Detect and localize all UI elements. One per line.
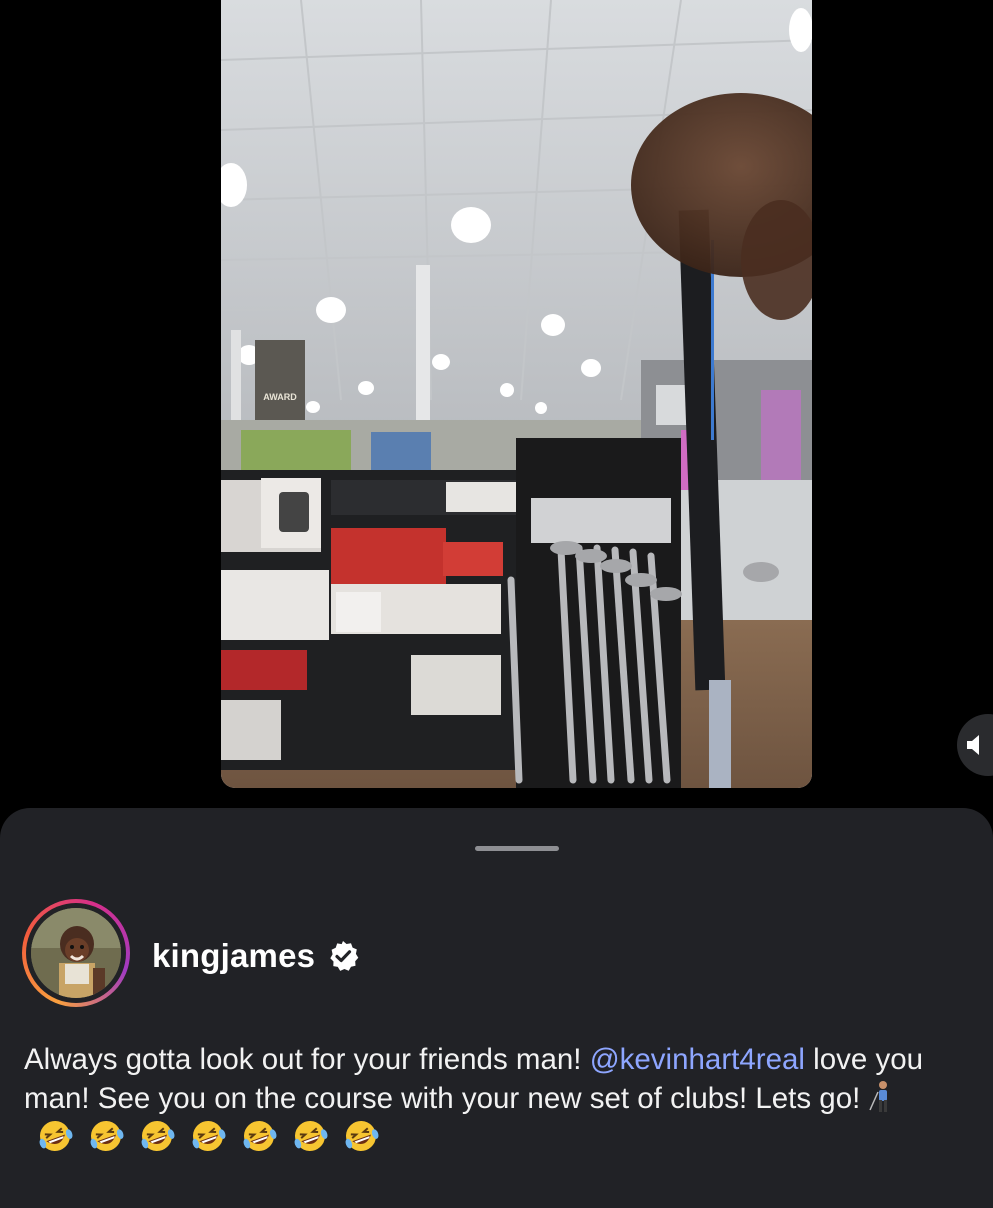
video-frame-image: AWARD [221, 0, 812, 788]
verified-badge-icon [330, 941, 359, 971]
video-player[interactable]: AWARD [221, 0, 812, 788]
story-ring[interactable] [22, 899, 130, 1007]
banner-text: AWARD [263, 392, 297, 402]
profile-photo [31, 908, 121, 998]
author-row: kingjames [152, 936, 359, 976]
rolling-on-the-floor-laughing-emoji [90, 1121, 124, 1151]
rolling-on-the-floor-laughing-emoji [294, 1121, 328, 1151]
sheet-grabber-handle[interactable] [475, 846, 559, 851]
speaker-muted-icon [967, 735, 979, 755]
avatar[interactable] [31, 908, 121, 998]
mention-link[interactable]: @kevinhart4real [590, 1043, 805, 1076]
sound-toggle-button[interactable] [957, 714, 993, 776]
rolling-on-the-floor-laughing-emoji [39, 1121, 73, 1151]
golfer-emoji [869, 1081, 888, 1112]
caption-sheet: kingjames Always gotta look out for your… [0, 808, 993, 1208]
rolling-on-the-floor-laughing-emoji [141, 1121, 175, 1151]
rolling-on-the-floor-laughing-emoji [345, 1121, 379, 1151]
laugh-emoji-row [32, 1119, 384, 1153]
post-caption: Always gotta look out for your friends m… [24, 1040, 989, 1157]
rolling-on-the-floor-laughing-emoji [243, 1121, 277, 1151]
rolling-on-the-floor-laughing-emoji [192, 1121, 226, 1151]
caption-text-1: Always gotta look out for your friends m… [24, 1043, 590, 1076]
username[interactable]: kingjames [152, 937, 315, 975]
